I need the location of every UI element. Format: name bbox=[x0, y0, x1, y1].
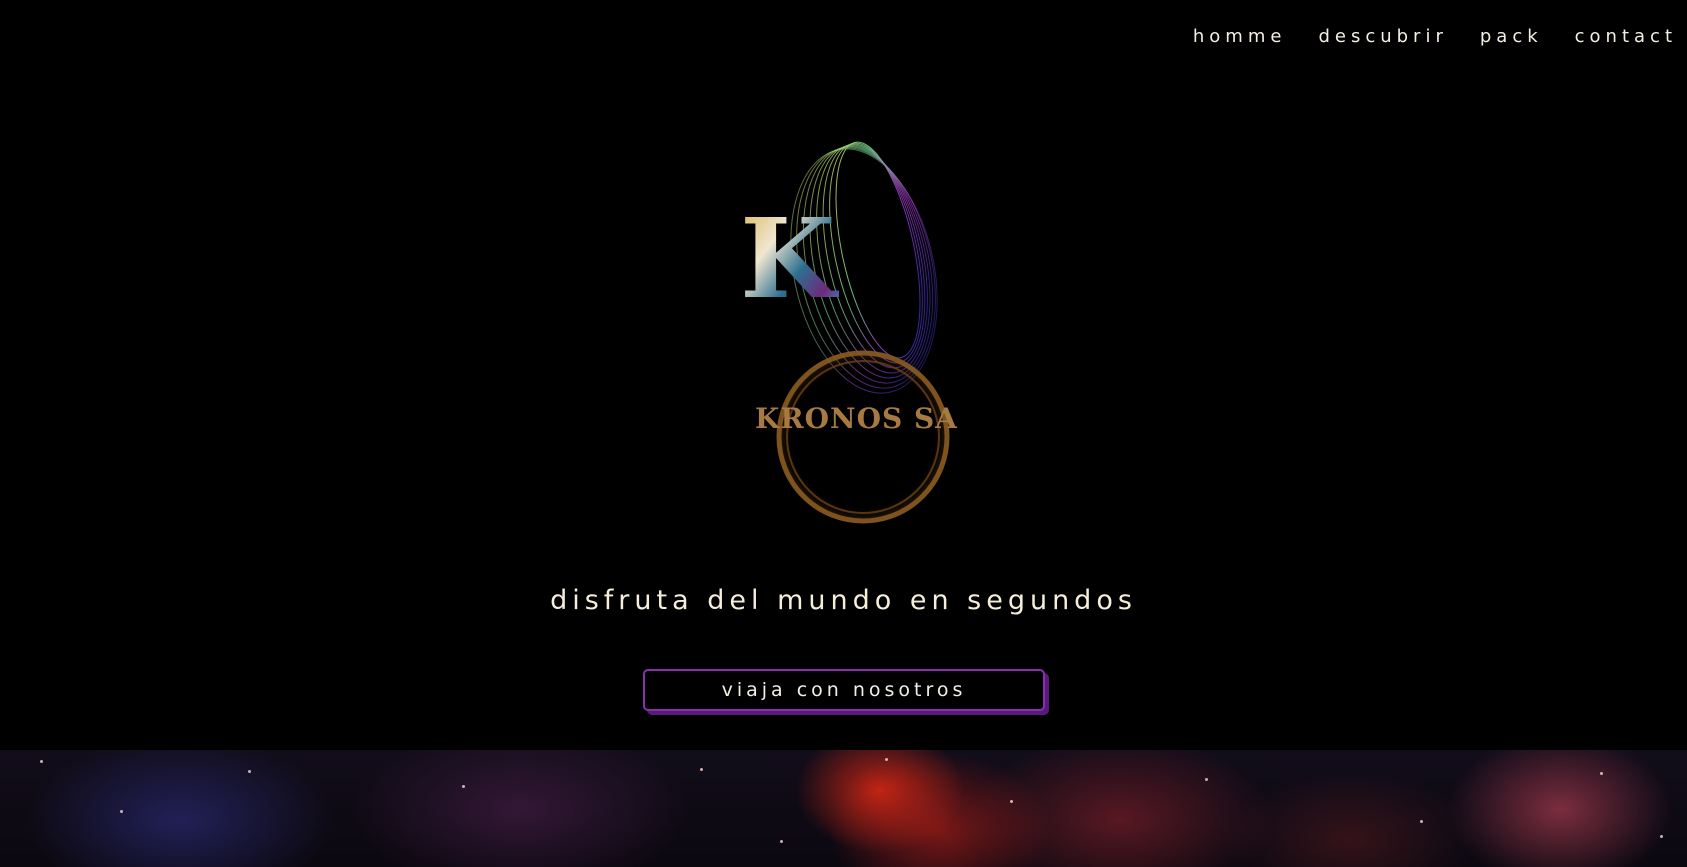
top-nav: Homme DESCUBRIR PACK CONTACT bbox=[1193, 26, 1677, 47]
space-background-image bbox=[0, 750, 1687, 867]
travel-with-us-button[interactable]: VIAJA CON NOSOTROS bbox=[643, 669, 1045, 711]
hero-tagline: DISFRUTA DEL MUNDO EN SEGUNDOS bbox=[550, 585, 1137, 616]
nav-link-homme[interactable]: Homme bbox=[1193, 26, 1287, 47]
kronos-logo: K bbox=[730, 125, 970, 535]
nav-link-pack[interactable]: PACK bbox=[1480, 26, 1543, 47]
svg-text:K: K bbox=[740, 194, 839, 323]
nav-link-contact[interactable]: CONTACT bbox=[1575, 26, 1677, 47]
logo-wordmark: KRONOS SA bbox=[755, 402, 958, 435]
nav-link-descubrir[interactable]: DESCUBRIR bbox=[1318, 26, 1447, 47]
